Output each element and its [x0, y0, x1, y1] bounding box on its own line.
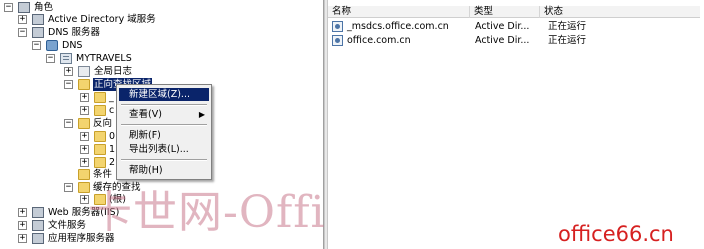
row-status: 正在运行	[548, 21, 587, 32]
ad-role-icon	[32, 14, 44, 25]
tree-label: _	[109, 92, 114, 103]
tree-label: 0	[109, 131, 116, 142]
expand-icon[interactable]: +	[80, 145, 89, 154]
tree-label: Active Directory 域服务	[48, 14, 156, 25]
column-header-status[interactable]: 状态	[540, 6, 700, 18]
tree-label: 全局日志	[94, 66, 133, 77]
row-name: _msdcs.office.com.cn	[347, 21, 449, 32]
menu-separator	[121, 124, 207, 126]
column-header-name[interactable]: 名称	[328, 6, 470, 18]
row-type: Active Dir...	[475, 21, 530, 32]
tree-label: DNS 服务器	[48, 27, 100, 38]
list-header: 名称 类型 状态	[328, 6, 700, 18]
collapse-icon[interactable]: −	[64, 119, 73, 128]
zone-icon	[94, 144, 106, 155]
tree-label: 文件服务	[48, 220, 87, 231]
expand-icon[interactable]: +	[18, 15, 27, 24]
menu-item-export-list[interactable]: 导出列表(L)...	[119, 143, 209, 156]
zone-icon	[94, 92, 106, 103]
expand-icon[interactable]: +	[18, 234, 27, 243]
zone-icon	[94, 157, 106, 168]
collapse-icon[interactable]: −	[4, 3, 13, 12]
collapse-icon[interactable]: −	[64, 183, 73, 192]
folder-icon	[78, 79, 90, 90]
console-tree[interactable]: − 角色 + Active Directory 域服务 − DNS 服务器 − …	[0, 0, 512, 249]
expand-icon[interactable]: +	[18, 208, 27, 217]
menu-separator	[121, 159, 207, 161]
expand-icon[interactable]: +	[80, 158, 89, 167]
web-role-icon	[32, 207, 44, 218]
file-role-icon	[32, 220, 44, 231]
expand-icon[interactable]: +	[80, 93, 89, 102]
tree-label: 1	[109, 144, 116, 155]
column-header-type[interactable]: 类型	[470, 6, 540, 18]
submenu-arrow-icon: ▶	[198, 110, 205, 119]
expand-icon[interactable]: +	[80, 106, 89, 115]
menu-separator	[121, 104, 207, 106]
server-icon	[60, 53, 72, 64]
collapse-icon[interactable]: −	[18, 28, 27, 37]
menu-item-new-zone[interactable]: 新建区域(Z)...	[119, 88, 209, 101]
roles-icon	[18, 2, 30, 13]
tree-label: c	[109, 105, 115, 116]
zone-icon	[94, 105, 106, 116]
row-status: 正在运行	[548, 35, 587, 46]
collapse-icon[interactable]: −	[46, 54, 55, 63]
brand-watermark: office66.cn	[558, 222, 674, 246]
tree-label: MYTRAVELS	[76, 53, 132, 64]
results-list[interactable]: 名称 类型 状态 _msdcs.office.com.cn Active Dir…	[328, 0, 704, 249]
dns-role-icon	[32, 27, 44, 38]
zone-icon	[332, 35, 343, 46]
list-row[interactable]: office.com.cn Active Dir... 正在运行	[330, 34, 698, 47]
menu-item-refresh[interactable]: 刷新(F)	[119, 129, 209, 142]
collapse-icon[interactable]: −	[32, 41, 41, 50]
row-type: Active Dir...	[475, 35, 530, 46]
dns-icon	[46, 40, 58, 51]
expand-icon[interactable]: +	[18, 221, 27, 230]
menu-item-view[interactable]: 查看(V) ▶	[119, 108, 209, 121]
list-row[interactable]: _msdcs.office.com.cn Active Dir... 正在运行	[330, 20, 698, 33]
app-role-icon	[32, 233, 44, 244]
tree-label: DNS	[62, 40, 83, 51]
zone-icon	[332, 21, 343, 32]
expand-icon[interactable]: +	[64, 67, 73, 76]
folder-icon	[78, 118, 90, 129]
log-icon	[78, 66, 90, 77]
context-menu[interactable]: 新建区域(Z)... 查看(V) ▶ 刷新(F) 导出列表(L)... 帮助(H…	[116, 84, 212, 180]
expand-icon[interactable]: +	[80, 132, 89, 141]
zone-icon	[94, 131, 106, 142]
row-name: office.com.cn	[347, 35, 411, 46]
tree-label: 反向	[93, 118, 113, 129]
collapse-icon[interactable]: −	[64, 80, 73, 89]
menu-item-label: 查看(V)	[129, 109, 162, 120]
